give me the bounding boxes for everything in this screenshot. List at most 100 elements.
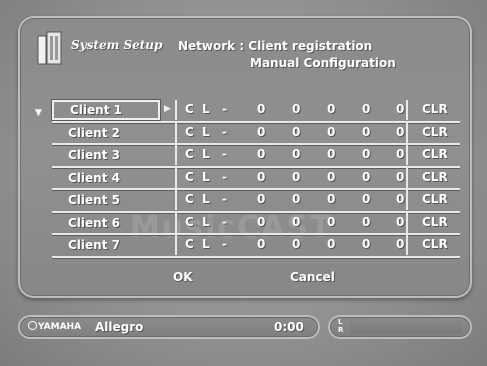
client-id-char: 0	[396, 214, 405, 229]
client-id-field[interactable]: CL- 0 0 0 0 0	[175, 167, 408, 188]
client-id-char: 0	[396, 237, 405, 251]
client-id-char: 0	[257, 147, 266, 161]
brand-name: YAMAHA	[38, 322, 82, 332]
meter-track	[350, 320, 462, 334]
client-id-field[interactable]: CL- 0 0 0 0 0	[175, 190, 408, 210]
clear-button[interactable]: CLR	[422, 147, 448, 161]
client-id-field[interactable]: CL- 0 0 0 0 0	[175, 122, 408, 143]
clear-button[interactable]: CLR	[422, 102, 448, 116]
network-plug-icon	[37, 31, 62, 65]
playback-time: 0:00	[274, 320, 304, 334]
cancel-button[interactable]: Cancel	[290, 270, 335, 284]
client-id-char: 0	[257, 214, 266, 229]
ok-button[interactable]: OK	[173, 270, 193, 284]
client-id-char: 0	[362, 147, 371, 161]
client-row[interactable]: Client 4 C L - 0 0 0 0 0 CLR	[30, 167, 460, 190]
client-id-char: L	[202, 192, 210, 206]
client-name[interactable]: Client 5	[52, 190, 160, 210]
page-title-line2: Manual Configuration	[250, 56, 396, 70]
client-id-char: C	[185, 102, 194, 116]
client-row[interactable]: Client 3 C L - 0 0 0 0 0 CLR	[30, 145, 460, 168]
client-id-char: 0	[362, 124, 371, 139]
client-id-char: 0	[257, 237, 266, 251]
client-id-char: 0	[292, 124, 301, 139]
client-id-char: L	[202, 147, 210, 161]
client-id-char: -	[222, 147, 227, 161]
client-id-char: 0	[292, 214, 301, 229]
client-id-char: 0	[362, 192, 371, 206]
client-id-char: 0	[327, 169, 336, 184]
client-id-char: -	[222, 192, 227, 206]
client-list: ▼ Client 1 ▶ C L -0 0 0 0 0 CLR Client 2 C L -0 0 0 0 0 CLR…	[30, 100, 460, 258]
client-id-field[interactable]: CL- 0 0 0 0 0	[175, 212, 408, 233]
client-id-char: 0	[327, 147, 336, 161]
clear-button[interactable]: CLR	[422, 192, 448, 206]
client-id-char: 0	[257, 102, 266, 116]
client-id-char: 0	[327, 237, 336, 251]
client-id-field[interactable]: CL- 0 0 0 0 0	[175, 235, 408, 255]
brand-logo: YAMAHA	[28, 320, 81, 334]
app-title: System Setup	[71, 38, 163, 52]
client-row[interactable]: ▼ Client 1 ▶ C L - 0 0 0 0 0 CLR	[30, 100, 460, 123]
client-id-char: 0	[292, 169, 301, 184]
client-id-char: C	[185, 169, 194, 184]
client-row[interactable]: Client 6 C L - 0 0 0 0 0 CLR	[30, 212, 460, 235]
field-pointer-icon: ▶	[164, 104, 171, 114]
client-name[interactable]: Client 4	[52, 168, 160, 188]
page-title-line1: Network : Client registration	[178, 39, 373, 53]
client-id-char: -	[222, 124, 227, 139]
client-id-char: 0	[327, 214, 336, 229]
client-name[interactable]: Client 7	[52, 235, 160, 255]
client-id-char: 0	[362, 169, 371, 184]
client-id-char: -	[222, 237, 227, 251]
client-id-char: 0	[292, 147, 301, 161]
client-name[interactable]: Client 2	[52, 123, 160, 143]
client-id-char: C	[185, 237, 194, 251]
client-id-char: 0	[362, 237, 371, 251]
client-id-char: C	[185, 192, 194, 206]
client-id-char: 0	[292, 237, 301, 251]
client-id-char: C	[185, 124, 194, 139]
clear-button[interactable]: CLR	[422, 215, 448, 229]
client-id-char: 0	[327, 102, 336, 116]
client-id-char: L	[202, 169, 210, 184]
yamaha-emblem-icon	[28, 321, 37, 330]
client-name[interactable]: Client 3	[52, 145, 160, 165]
clear-button[interactable]: CLR	[422, 125, 448, 139]
client-id-char: 0	[327, 192, 336, 206]
page-title: Network : Client registration Manual Con…	[178, 38, 396, 72]
client-row[interactable]: Client 5 C L - 0 0 0 0 0 CLR	[30, 190, 460, 213]
client-id-char: 0	[292, 102, 301, 116]
client-id-char: 0	[362, 102, 371, 116]
client-id-char: 0	[396, 192, 405, 206]
clear-button[interactable]: CLR	[422, 170, 448, 184]
client-id-char: C	[185, 147, 194, 161]
client-id-char: 0	[396, 147, 405, 161]
client-id-char: 0	[292, 192, 301, 206]
client-id-field[interactable]: CL- 0 0 0 0 0	[175, 145, 408, 165]
client-id-char: 0	[257, 169, 266, 184]
client-row[interactable]: Client 7 C L - 0 0 0 0 0 CLR	[30, 235, 460, 258]
client-name[interactable]: Client 1	[52, 100, 160, 120]
client-id-char: 0	[396, 102, 405, 116]
meter-channel-labels: L R	[338, 318, 343, 334]
client-id-char: L	[202, 124, 210, 139]
client-id-char: -	[222, 102, 227, 116]
client-id-char: L	[202, 214, 210, 229]
client-id-char: L	[202, 237, 210, 251]
client-id-char: 0	[396, 169, 405, 184]
client-id-char: -	[222, 214, 227, 229]
clear-button[interactable]: CLR	[422, 237, 448, 251]
meter-left-label: L	[338, 318, 343, 326]
client-id-field[interactable]: CL- 0 0 0 0 0	[175, 100, 408, 120]
client-row[interactable]: Client 2 C L - 0 0 0 0 0 CLR	[30, 122, 460, 145]
client-id-char: L	[202, 102, 210, 116]
meter-right-label: R	[338, 326, 344, 334]
client-id-char: C	[185, 214, 194, 229]
client-id-char: 0	[257, 124, 266, 139]
client-id-char: 0	[396, 124, 405, 139]
client-id-char: 0	[362, 214, 371, 229]
row-divider	[52, 255, 460, 258]
client-name[interactable]: Client 6	[52, 213, 160, 233]
client-id-char: -	[222, 169, 227, 184]
